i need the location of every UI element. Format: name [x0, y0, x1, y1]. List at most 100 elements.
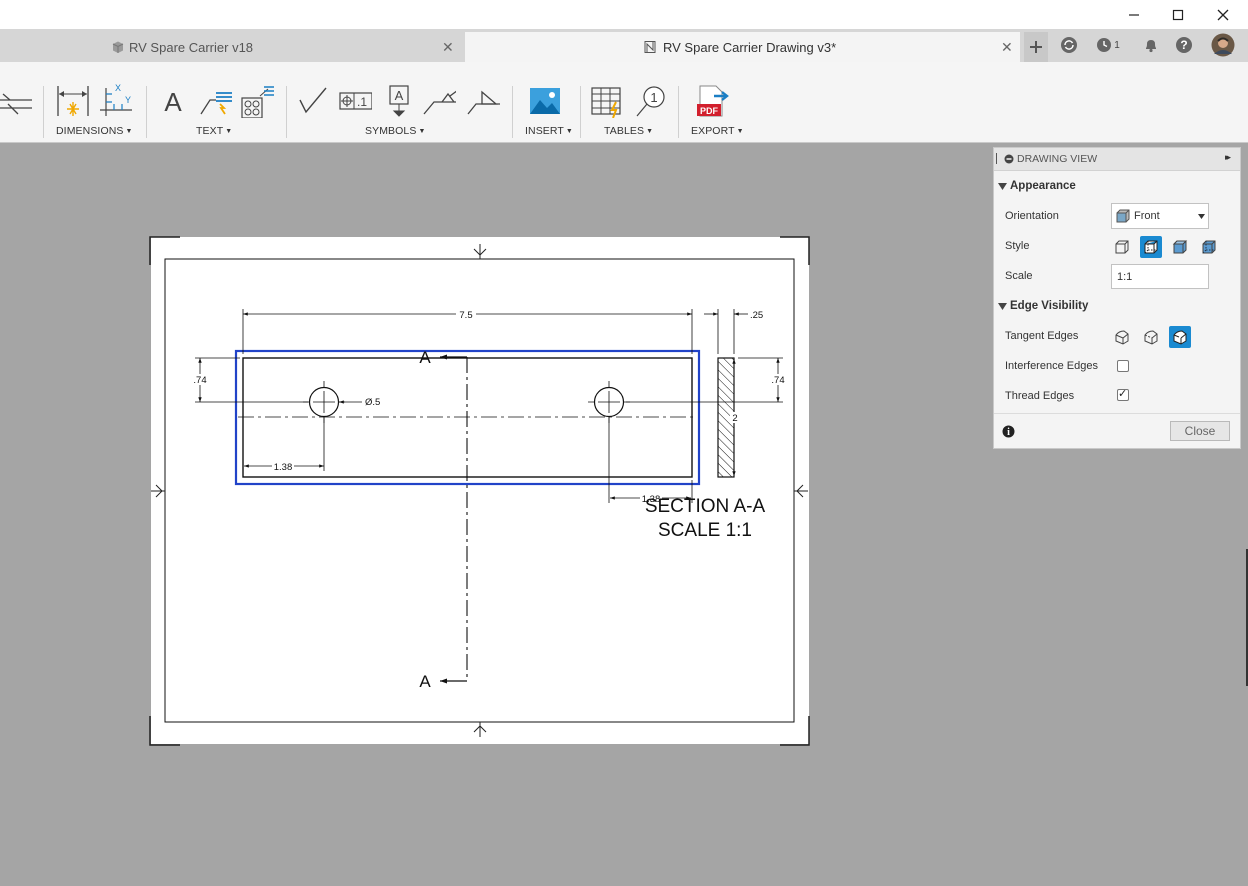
tangent-edges-label: Tangent Edges [1005, 330, 1079, 342]
sync-status-button[interactable] [1058, 34, 1080, 56]
orientation-value: Front [1134, 210, 1160, 222]
tab-close-icon[interactable]: ✕ [442, 39, 454, 56]
notifications-button[interactable] [1140, 34, 1162, 56]
dim-overall-length[interactable]: 7.5 [459, 310, 472, 321]
surface-texture-icon[interactable] [296, 84, 330, 118]
panel-header[interactable]: DRAWING VIEW ▸▸ [994, 148, 1240, 171]
svg-text:?: ? [1180, 38, 1187, 52]
balloon-grid-icon[interactable] [240, 84, 274, 118]
section-title[interactable]: SECTION A-A [645, 496, 766, 517]
orientation-select[interactable]: Front [1111, 203, 1209, 229]
dimensions-group-menu[interactable]: DIMENSIONS ▼ [56, 125, 133, 137]
minimize-button[interactable] [1111, 0, 1157, 29]
tab-rv-spare-carrier-drawing[interactable]: RV Spare Carrier Drawing v3* ✕ [465, 32, 1020, 62]
export-group-menu[interactable]: EXPORT ▼ [691, 125, 744, 137]
pdf-text: PDF [700, 106, 719, 116]
tables-group-menu[interactable]: TABLES ▼ [604, 125, 653, 137]
panel-grip-icon[interactable] [996, 153, 997, 164]
ribbon-separator [146, 86, 147, 138]
new-tab-button[interactable] [1024, 32, 1048, 62]
style-shaded[interactable] [1170, 237, 1190, 257]
text-icon[interactable]: A [158, 84, 192, 118]
collapse-icon[interactable] [1004, 154, 1014, 164]
style-visible-edges[interactable] [1112, 237, 1132, 257]
maximize-button[interactable] [1155, 0, 1201, 29]
chevron-down-icon[interactable] [998, 303, 1007, 311]
scale-input[interactable] [1111, 264, 1209, 289]
tangent-edges-partial-icon [1144, 330, 1158, 345]
group-label: TABLES [604, 125, 645, 137]
welding-symbol-icon[interactable] [422, 84, 456, 118]
chevron-down-icon: ▼ [646, 128, 654, 135]
edge-visibility-section-title[interactable]: Edge Visibility [1010, 300, 1088, 312]
group-label: INSERT [525, 125, 564, 137]
tangent-edges-full[interactable] [1169, 326, 1191, 348]
3d-model-icon [112, 41, 124, 53]
tab-label: RV Spare Carrier v18 [129, 39, 254, 55]
axis-x-label: X [115, 84, 121, 93]
help-button[interactable]: ? [1173, 34, 1195, 56]
style-visible-hidden-edges[interactable] [1140, 236, 1162, 258]
group-label: SYMBOLS [365, 125, 417, 137]
balloon-text: 1 [650, 90, 657, 105]
info-icon[interactable]: i [1002, 425, 1015, 438]
check-icon: ✓ [1118, 388, 1128, 400]
section-scale: SCALE 1:1 [658, 520, 752, 541]
dim-hole-diameter[interactable]: Ø.5 [365, 397, 380, 408]
section-marker-top: A [419, 348, 431, 367]
user-avatar[interactable] [1210, 32, 1236, 58]
chevron-down-icon [1198, 214, 1205, 219]
bell-icon [1146, 40, 1156, 53]
interference-edges-checkbox[interactable] [1117, 360, 1129, 372]
taper-symbol-icon[interactable] [466, 84, 500, 118]
close-icon [1217, 9, 1229, 20]
symbols-group-menu[interactable]: SYMBOLS ▼ [365, 125, 426, 137]
axis-y-label: Y [125, 95, 131, 105]
linear-dimension-icon[interactable] [56, 84, 90, 118]
insert-image-icon[interactable] [528, 84, 562, 118]
ordinate-dimension-icon[interactable]: X Y [98, 84, 132, 118]
leader-icon[interactable] [198, 84, 232, 118]
feature-control-frame-icon[interactable]: .1 [338, 84, 372, 118]
group-label: DIMENSIONS [56, 125, 124, 137]
tangent-edges-full-icon [1173, 330, 1187, 345]
partial-view-tool-icon[interactable] [0, 86, 34, 120]
job-status-button[interactable]: 1 [1092, 34, 1124, 56]
close-window-button[interactable] [1200, 0, 1246, 29]
thread-edges-checkbox[interactable]: ✓ [1117, 388, 1129, 401]
front-view-cube-icon [1116, 209, 1130, 223]
dim-hole1-x[interactable]: 1.38 [274, 462, 293, 473]
datum-text: A [395, 88, 404, 103]
minimize-icon [1129, 13, 1139, 16]
chevron-down-icon: ▼ [225, 128, 233, 135]
group-label: EXPORT [691, 125, 735, 137]
dim-section-height[interactable]: 2 [732, 413, 737, 424]
job-status-icon [1097, 38, 1112, 52]
balloon-icon[interactable]: 1 [634, 84, 668, 118]
table-icon[interactable] [590, 84, 624, 118]
panel-title: DRAWING VIEW [1017, 153, 1098, 165]
help-icon: ? [1176, 37, 1192, 53]
tab-rv-spare-carrier-model[interactable]: RV Spare Carrier v18 ✕ [0, 32, 462, 62]
dim-hole-y-left[interactable]: .74 [193, 375, 206, 386]
tangent-edges-partial[interactable] [1141, 327, 1161, 347]
dim-thickness[interactable]: .25 [750, 310, 763, 321]
chevron-down-icon[interactable] [998, 183, 1007, 191]
expand-panel-icon[interactable]: ▸▸ [1225, 152, 1231, 163]
avatar-icon [1211, 33, 1235, 57]
title-bar [0, 0, 1248, 29]
text-group-menu[interactable]: TEXT ▼ [196, 125, 232, 137]
datum-identifier-icon[interactable]: A [384, 84, 418, 118]
insert-group-menu[interactable]: INSERT ▼ [525, 125, 573, 137]
close-panel-button[interactable]: Close [1170, 421, 1230, 441]
visible-hidden-edges-icon [1144, 240, 1158, 254]
pdf-export-icon[interactable]: PDF [696, 84, 730, 118]
tangent-edges-off[interactable] [1112, 327, 1132, 347]
style-shaded-hidden[interactable] [1199, 237, 1219, 257]
drawing-canvas[interactable]: A A 7.5 .25 .74 .74 Ø.5 2 1.38 1.38 SECT… [0, 143, 990, 886]
dim-hole-y-right[interactable]: .74 [771, 375, 784, 386]
text-glyph: A [164, 87, 182, 117]
tab-close-icon[interactable]: ✕ [1001, 39, 1013, 56]
appearance-section-title[interactable]: Appearance [1010, 180, 1076, 192]
ribbon-separator [43, 86, 44, 138]
